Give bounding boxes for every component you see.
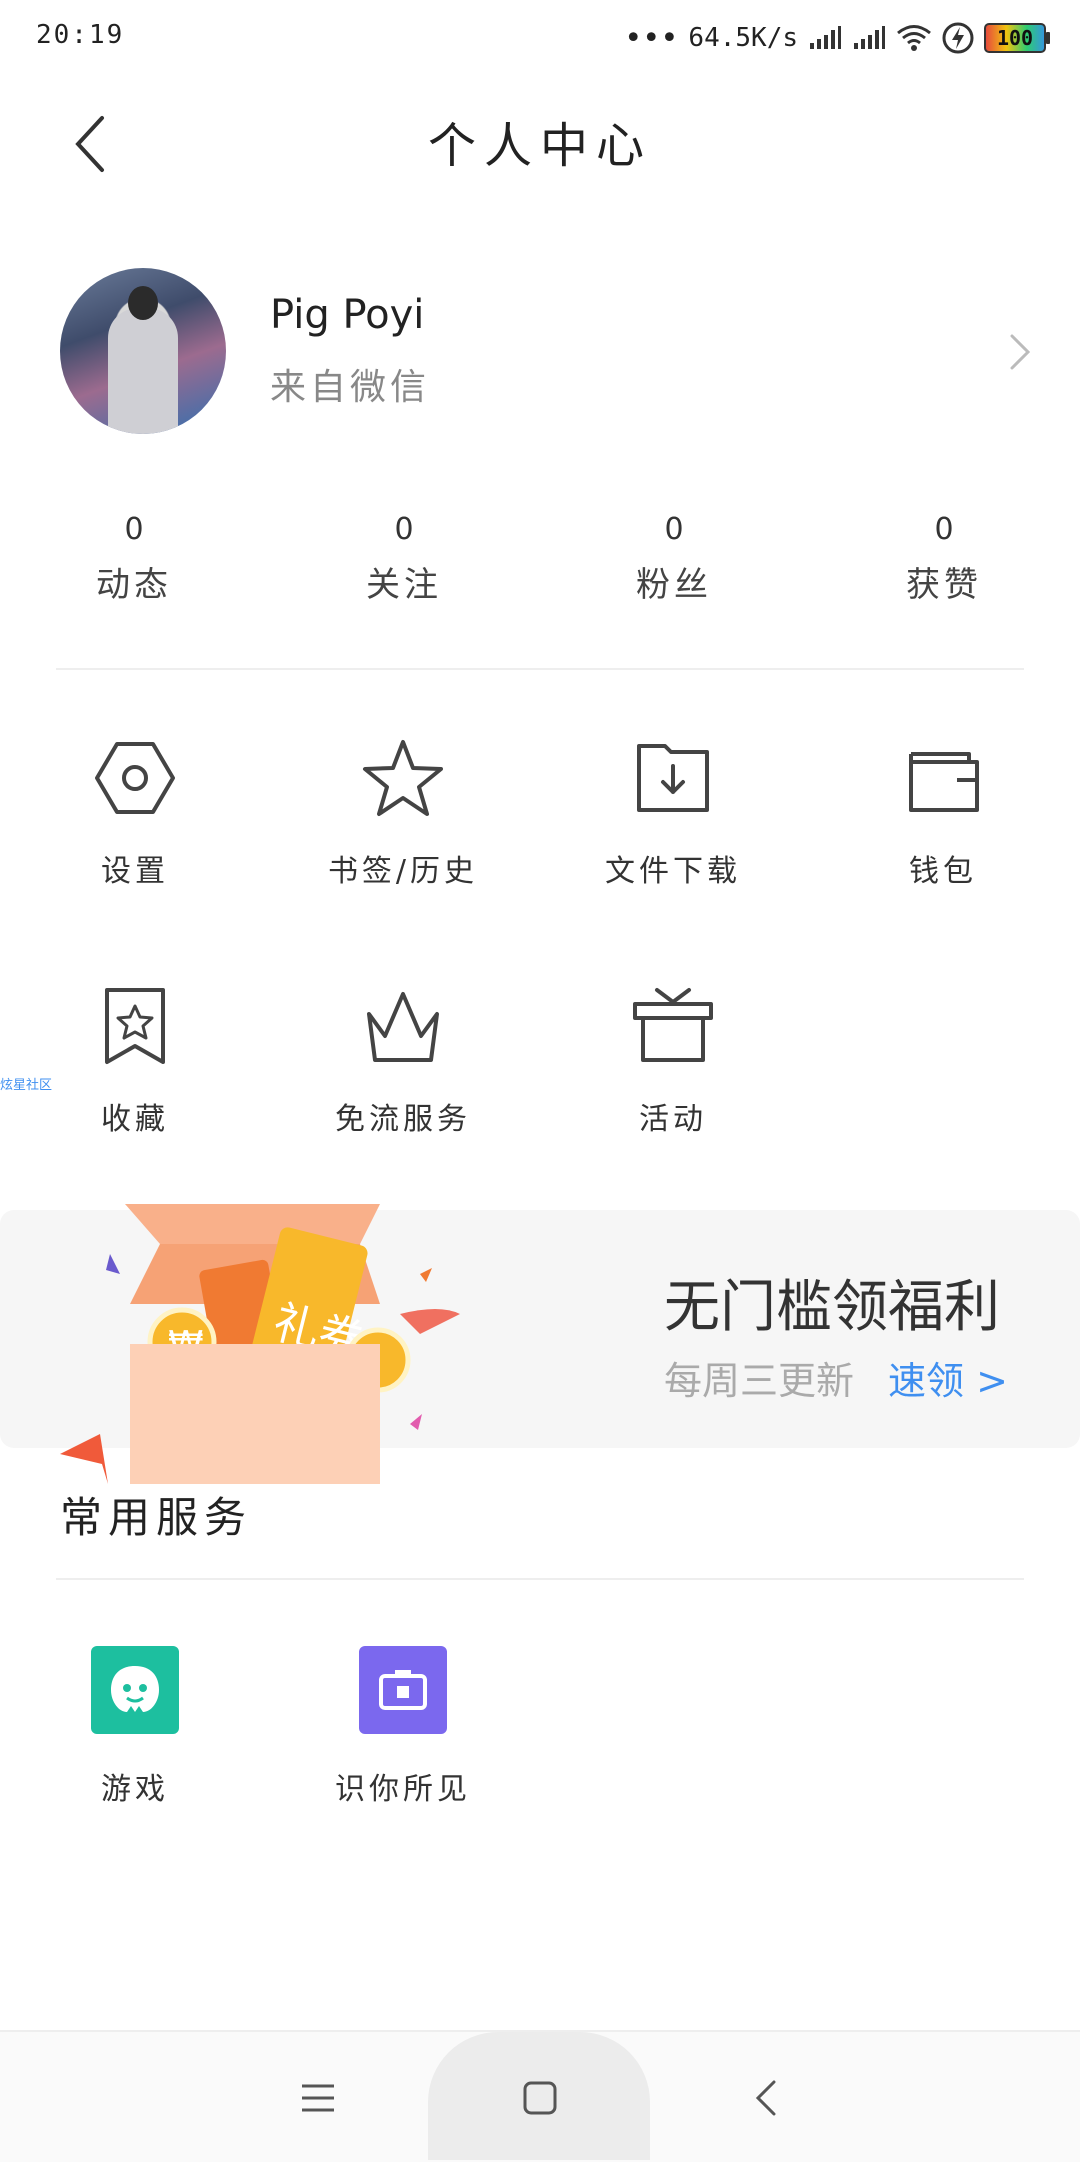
avatar-head — [128, 286, 158, 320]
menu-label: 收藏 — [101, 1102, 169, 1137]
stat-count: 0 — [124, 512, 144, 547]
stat-label: 动态 — [96, 565, 172, 605]
stat-count: 0 — [934, 512, 954, 547]
menu-label: 活动 — [639, 1102, 707, 1137]
divider — [56, 668, 1024, 670]
stat-following[interactable]: 0 关注 — [304, 512, 504, 606]
stat-likes[interactable]: 0 获赞 — [844, 512, 1044, 606]
menu-label: 钱包 — [909, 854, 977, 889]
stat-count: 0 — [394, 512, 414, 547]
service-camera-recognition[interactable]: 识你所见 — [268, 1646, 538, 1808]
status-time: 20:19 — [36, 20, 125, 50]
user-name: Pig Poyi — [270, 292, 425, 338]
download-folder-icon — [637, 744, 709, 812]
avatar[interactable] — [60, 268, 226, 434]
net-speed: 64.5K/s — [688, 23, 798, 53]
avatar-figure — [108, 308, 178, 434]
menu-label: 设置 — [101, 854, 169, 889]
bookmark-icon — [105, 988, 165, 1064]
user-source: 来自微信 — [270, 367, 431, 408]
menu-icon[interactable] — [298, 2078, 338, 2118]
stat-label: 关注 — [366, 565, 442, 605]
wallet-icon — [909, 752, 979, 812]
stat-label: 粉丝 — [636, 565, 712, 605]
battery-indicator: 100 — [984, 23, 1050, 53]
status-icons: ••• 64.5K/s 100 — [624, 18, 1050, 58]
signal-icon — [810, 26, 841, 49]
menu-wallet[interactable]: 钱包 — [808, 736, 1078, 890]
banner-subtitle: 每周三更新 — [664, 1359, 855, 1403]
back-triangle-icon[interactable] — [748, 2078, 788, 2118]
star-icon — [363, 740, 443, 816]
menu-activities[interactable]: 活动 — [538, 984, 808, 1138]
camera-icon — [379, 1670, 427, 1710]
gift-box-icon — [633, 988, 713, 1062]
settings-hexagon-icon — [95, 742, 175, 814]
section-title: 常用服务 — [60, 1493, 253, 1542]
stat-fans[interactable]: 0 粉丝 — [574, 512, 774, 606]
divider — [56, 1578, 1024, 1580]
menu-label: 书签/历史 — [327, 854, 479, 889]
menu-favorites[interactable]: 收藏 — [0, 984, 270, 1138]
banner-title: 无门槛领福利 — [664, 1275, 1000, 1340]
side-floating-tag[interactable]: 炫星社区 — [0, 1074, 52, 1093]
profile-card[interactable]: Pig Poyi 来自微信 — [0, 262, 1080, 434]
wifi-icon — [897, 25, 931, 51]
service-label: 识你所见 — [335, 1772, 471, 1807]
service-label: 游戏 — [101, 1772, 169, 1807]
menu-bookmarks-history[interactable]: 书签/历史 — [268, 736, 538, 890]
stats-row: 0 动态 0 关注 0 粉丝 0 获赞 — [0, 512, 1080, 622]
signal-icon-2 — [854, 26, 885, 49]
page-title: 个人中心 — [427, 118, 652, 174]
menu-label: 免流服务 — [335, 1102, 471, 1137]
chevron-right-icon[interactable] — [1008, 332, 1032, 372]
welfare-banner[interactable]: 礼券 ₩ 无门槛领福利 每周三更新 速领 > — [0, 1204, 1080, 1484]
stat-label: 获赞 — [906, 565, 982, 605]
menu-file-download[interactable]: 文件下载 — [538, 736, 808, 890]
camera-tile — [359, 1646, 447, 1734]
banner-claim-link[interactable]: 速领 > — [888, 1350, 1008, 1405]
system-nav-bar — [0, 2030, 1080, 2162]
home-square-icon[interactable] — [520, 2078, 560, 2118]
menu-settings[interactable]: 设置 — [0, 736, 270, 890]
stat-posts[interactable]: 0 动态 — [34, 512, 234, 606]
game-icon — [111, 1666, 159, 1712]
header: 个人中心 — [0, 76, 1080, 206]
service-game[interactable]: 游戏 — [0, 1646, 270, 1808]
crown-icon — [367, 992, 439, 1062]
stat-count: 0 — [664, 512, 684, 547]
gift-box-illustration: 礼券 ₩ — [60, 1204, 460, 1484]
charging-icon — [942, 22, 974, 54]
menu-label: 文件下载 — [605, 854, 741, 889]
menu-free-data[interactable]: 免流服务 — [268, 984, 538, 1138]
status-bar: 20:19 ••• 64.5K/s 100 — [0, 0, 1080, 76]
more-dots-icon: ••• — [624, 20, 679, 56]
game-tile — [91, 1646, 179, 1734]
